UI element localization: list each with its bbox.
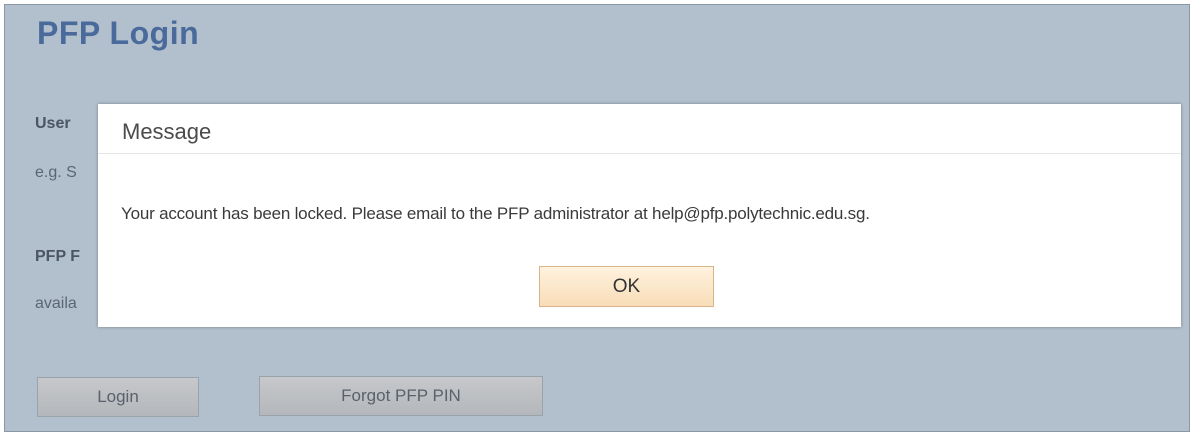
message-dialog: Message Your account has been locked. Pl…	[98, 104, 1181, 327]
user-id-label: User	[35, 115, 71, 132]
pfp-pin-hint: availa	[35, 295, 77, 312]
login-button[interactable]: Login	[37, 377, 199, 417]
ok-button[interactable]: OK	[539, 266, 714, 307]
pfp-pin-label: PFP F	[35, 248, 81, 265]
login-page: PFP Login User e.g. S PFP F availa Login…	[4, 4, 1190, 432]
dialog-message: Your account has been locked. Please ema…	[121, 204, 870, 223]
forgot-pin-button[interactable]: Forgot PFP PIN	[259, 376, 543, 416]
page-title: PFP Login	[37, 15, 200, 51]
user-id-hint: e.g. S	[35, 164, 77, 181]
dialog-header: Message	[98, 104, 1181, 154]
dialog-title: Message	[122, 118, 212, 144]
